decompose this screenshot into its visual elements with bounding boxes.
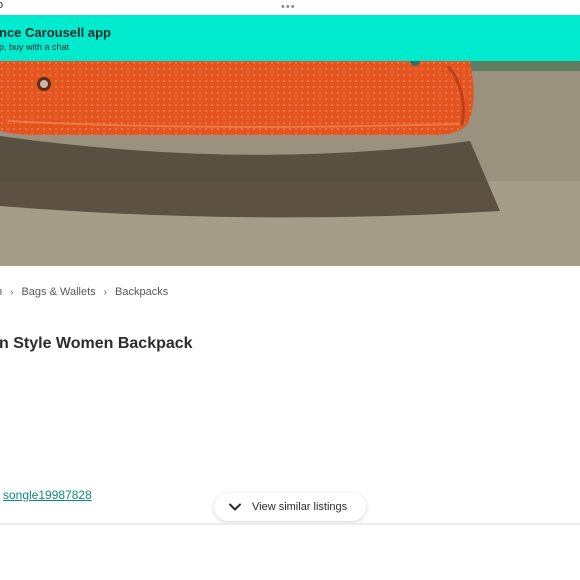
listing-page: o ••• nce Carousell app p, buy with a ch… (0, 0, 580, 580)
product-photo[interactable] (0, 61, 580, 266)
chevron-down-icon (229, 503, 241, 511)
breadcrumb-item-bags-wallets[interactable]: Bags & Wallets (21, 286, 95, 298)
clipped-text: o (0, 0, 4, 11)
banner-subtitle: p, buy with a chat (0, 42, 70, 52)
product-title: n Style Women Backpack (0, 335, 193, 352)
bag-image (0, 61, 580, 266)
section-divider (0, 523, 580, 525)
breadcrumb-item-backpacks[interactable]: Backpacks (115, 286, 168, 298)
more-options-icon[interactable]: ••• (281, 2, 296, 13)
breadcrumb-item-category[interactable]: n (0, 286, 2, 298)
seller-username-link[interactable]: songle19987828 (3, 488, 92, 502)
breadcrumb: n › Bags & Wallets › Backpacks (0, 286, 168, 298)
view-similar-listings-button[interactable]: View similar listings (214, 493, 366, 521)
chevron-right-icon: › (103, 286, 107, 298)
app-download-banner[interactable]: nce Carousell app p, buy with a chat (0, 15, 580, 61)
top-strip: o ••• (0, 0, 580, 15)
view-similar-listings-label: View similar listings (252, 501, 348, 513)
chevron-right-icon: › (10, 286, 14, 298)
banner-title: nce Carousell app (0, 25, 111, 40)
